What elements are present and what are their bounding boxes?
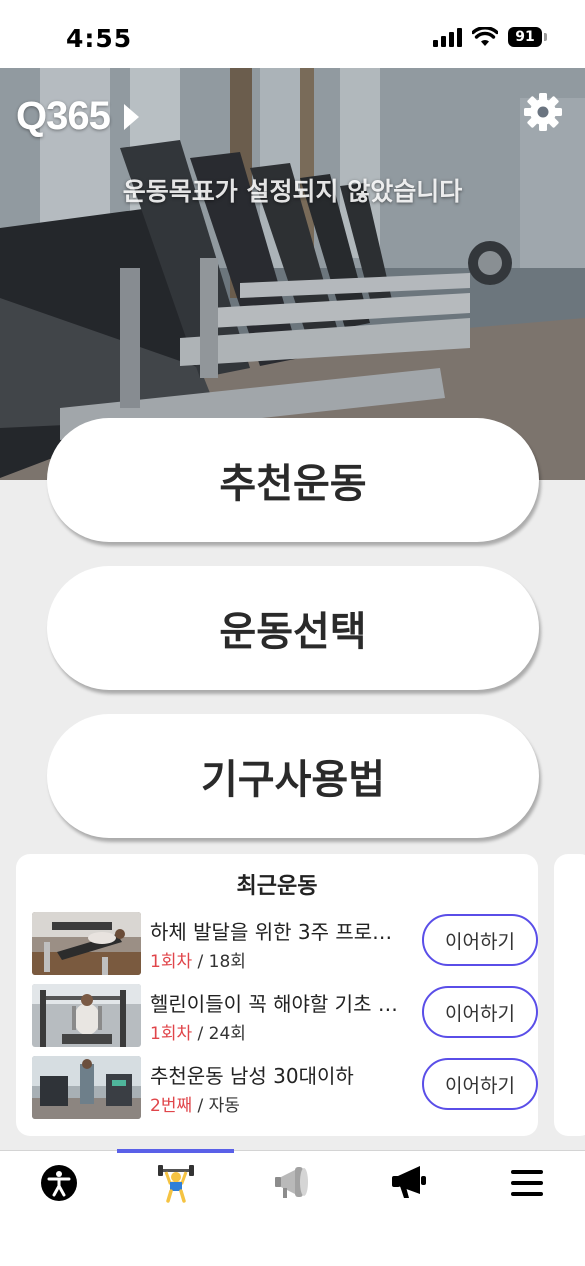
workout-title: 추천운동 남성 30대이하 bbox=[150, 1064, 354, 1088]
recent-workouts-card: 최근운동 하체 발달을 위한 3주 프로그램 1회차 / 18회 이어하기 헬린… bbox=[16, 854, 538, 1136]
recommended-exercise-button[interactable]: 추천운동 bbox=[47, 418, 539, 542]
workout-thumbnail bbox=[32, 912, 141, 975]
workout-progress: 1회차 / 24회 bbox=[150, 1019, 246, 1044]
recent-workouts-title: 최근운동 bbox=[236, 874, 318, 899]
next-card-peek[interactable] bbox=[554, 854, 585, 1136]
bottom-nav bbox=[0, 1149, 585, 1212]
status-bar: 4:55 91 bbox=[0, 0, 585, 68]
play-arrow-icon bbox=[123, 103, 139, 130]
battery-icon: 91 bbox=[508, 27, 547, 47]
workout-progress-current: 1회차 bbox=[150, 1024, 193, 1044]
brand-button[interactable]: Q365 bbox=[16, 94, 139, 139]
continue-button[interactable]: 이어하기 bbox=[422, 986, 538, 1038]
brand-logo-text: Q365 bbox=[16, 94, 111, 138]
nav-active-indicator bbox=[117, 1149, 234, 1153]
status-time: 4:55 bbox=[66, 24, 133, 53]
workout-title: 하체 발달을 위한 3주 프로그램 bbox=[150, 920, 400, 944]
accessibility-icon bbox=[40, 1165, 77, 1201]
settings-gear-icon[interactable] bbox=[523, 92, 563, 132]
weightlifter-icon bbox=[157, 1165, 194, 1203]
status-icons: 91 bbox=[433, 27, 547, 47]
continue-button[interactable]: 이어하기 bbox=[422, 914, 538, 966]
workout-title: 헬린이들이 꼭 해야할 기초 운동 bbox=[150, 992, 400, 1016]
nav-accessibility[interactable] bbox=[0, 1163, 117, 1203]
exercise-select-button[interactable]: 운동선택 bbox=[47, 566, 539, 690]
workout-progress: 2번째 / 자동 bbox=[150, 1091, 240, 1116]
nav-notice[interactable] bbox=[234, 1163, 351, 1203]
workout-progress-total: / 24회 bbox=[197, 1024, 246, 1044]
megaphone-icon bbox=[391, 1166, 426, 1198]
workout-thumbnail bbox=[32, 1056, 141, 1119]
nav-announcement[interactable] bbox=[351, 1163, 468, 1203]
menu-icon bbox=[510, 1170, 543, 1196]
workout-progress: 1회차 / 18회 bbox=[150, 947, 246, 972]
continue-button[interactable]: 이어하기 bbox=[422, 1058, 538, 1110]
workout-progress-total: / 18회 bbox=[197, 952, 246, 972]
nav-workout[interactable] bbox=[117, 1163, 234, 1203]
equipment-guide-button[interactable]: 기구사용법 bbox=[47, 714, 539, 838]
goal-status-message: 운동목표가 설정되지 않았습니다 bbox=[122, 177, 463, 206]
recent-workout-item[interactable]: 추천운동 남성 30대이하 2번째 / 자동 이어하기 bbox=[32, 1056, 538, 1120]
workout-thumbnail bbox=[32, 984, 141, 1047]
workout-progress-current: 1회차 bbox=[150, 952, 193, 972]
megaphone-gray-icon bbox=[274, 1167, 308, 1198]
wifi-icon bbox=[472, 27, 498, 46]
workout-progress-total: / 자동 bbox=[197, 1096, 240, 1116]
workout-progress-current: 2번째 bbox=[150, 1096, 193, 1116]
cellular-signal-icon bbox=[433, 27, 462, 47]
battery-level: 91 bbox=[508, 27, 542, 47]
recent-workout-item[interactable]: 헬린이들이 꼭 해야할 기초 운동 1회차 / 24회 이어하기 bbox=[32, 984, 538, 1048]
recent-workout-item[interactable]: 하체 발달을 위한 3주 프로그램 1회차 / 18회 이어하기 bbox=[32, 912, 538, 976]
nav-menu[interactable] bbox=[468, 1163, 585, 1203]
